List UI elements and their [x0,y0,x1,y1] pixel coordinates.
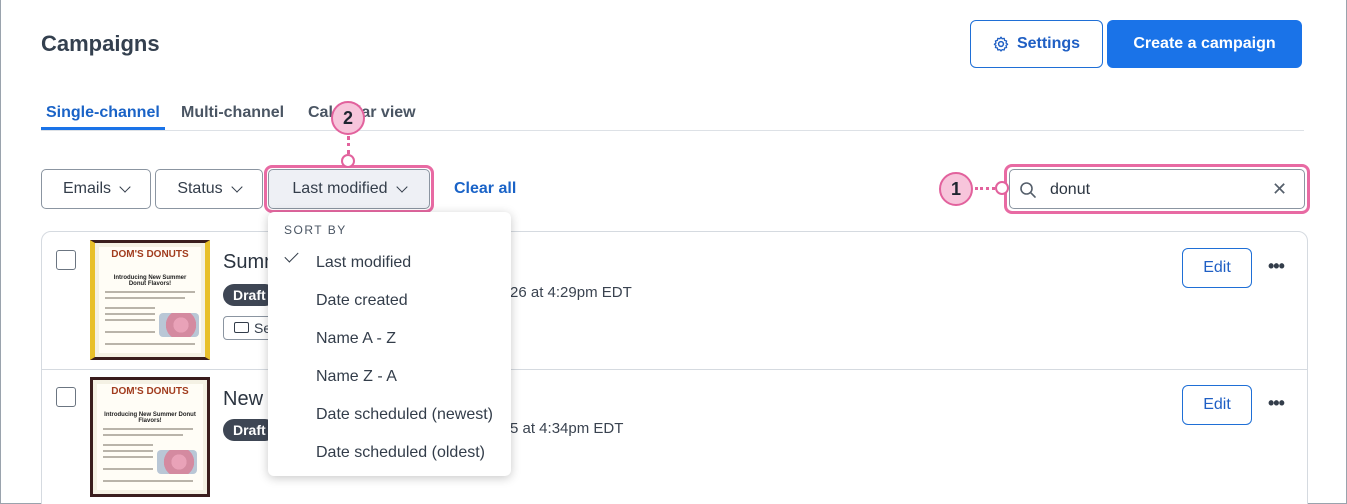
callout-badge-1: 1 [939,172,973,206]
active-tab-indicator [41,127,165,130]
sort-option-date-created[interactable]: Date created [316,292,408,310]
emails-filter-label: Emails [62,180,111,197]
row-checkbox[interactable] [56,387,76,407]
campaign-modified-date: 5 at 4:34pm EDT [510,420,624,437]
sort-option-name-z-a[interactable]: Name Z - A [316,368,397,386]
folder-icon [234,322,249,333]
more-options-icon[interactable]: ••• [1268,393,1285,414]
row-divider [42,369,1307,370]
sort-option-date-scheduled-oldest[interactable]: Date scheduled (oldest) [316,444,485,462]
callout-badge-2: 2 [331,101,365,135]
donut-image [159,313,199,337]
status-filter-button[interactable]: Status [155,169,263,209]
sort-menu: SORT BY Last modified Date created Name … [268,212,511,476]
sort-highlight-box [264,165,434,213]
page-title: Campaigns [41,31,160,56]
sort-option-date-scheduled-newest[interactable]: Date scheduled (newest) [316,406,493,424]
callout-anchor-2 [341,154,355,168]
tab-multi-channel[interactable]: Multi-channel [181,104,284,122]
sort-menu-header: SORT BY [284,223,347,237]
chevron-down-icon [231,180,243,193]
tab-single-channel[interactable]: Single-channel [46,104,160,122]
checkmark-icon [284,248,299,263]
sort-option-name-a-z[interactable]: Name A - Z [316,330,396,348]
campaign-title[interactable]: New [223,388,263,411]
search-highlight-box [1004,164,1310,214]
donut-image [157,450,197,474]
thumbnail-logo: DOM'S DONUTS [111,249,189,260]
create-campaign-button[interactable]: Create a campaign [1107,20,1302,68]
thumbnail-heading: Introducing New Summer Donut Flavors! [113,275,187,287]
edit-button[interactable]: Edit [1182,248,1252,288]
callout-connector-1 [975,187,995,190]
thumbnail-heading: Introducing New Summer Donut Flavors! [104,412,196,424]
campaign-thumbnail[interactable]: DOM'S DONUTS Introducing New Summer Donu… [90,377,210,497]
edit-button[interactable]: Edit [1182,385,1252,425]
clear-all-link[interactable]: Clear all [454,180,516,198]
gear-icon [993,36,1009,52]
chevron-down-icon [119,180,131,193]
row-checkbox[interactable] [56,250,76,270]
sort-option-last-modified[interactable]: Last modified [316,254,411,272]
status-filter-label: Status [177,180,223,197]
emails-filter-button[interactable]: Emails [41,169,151,209]
settings-button-label: Settings [1016,35,1081,52]
channel-tabs: Single-channel Multi-channel Calendar vi… [41,96,1304,131]
callout-anchor-1 [995,181,1009,195]
campaign-list: DOM'S DONUTS Introducing New Summer Donu… [41,231,1308,504]
thumbnail-logo: DOM'S DONUTS [111,386,189,397]
campaign-thumbnail[interactable]: DOM'S DONUTS Introducing New Summer Donu… [90,240,210,360]
campaign-modified-date: 26 at 4:29pm EDT [510,284,632,301]
settings-button[interactable]: Settings [970,20,1103,68]
callout-connector-2 [347,136,350,154]
more-options-icon[interactable]: ••• [1268,256,1285,277]
